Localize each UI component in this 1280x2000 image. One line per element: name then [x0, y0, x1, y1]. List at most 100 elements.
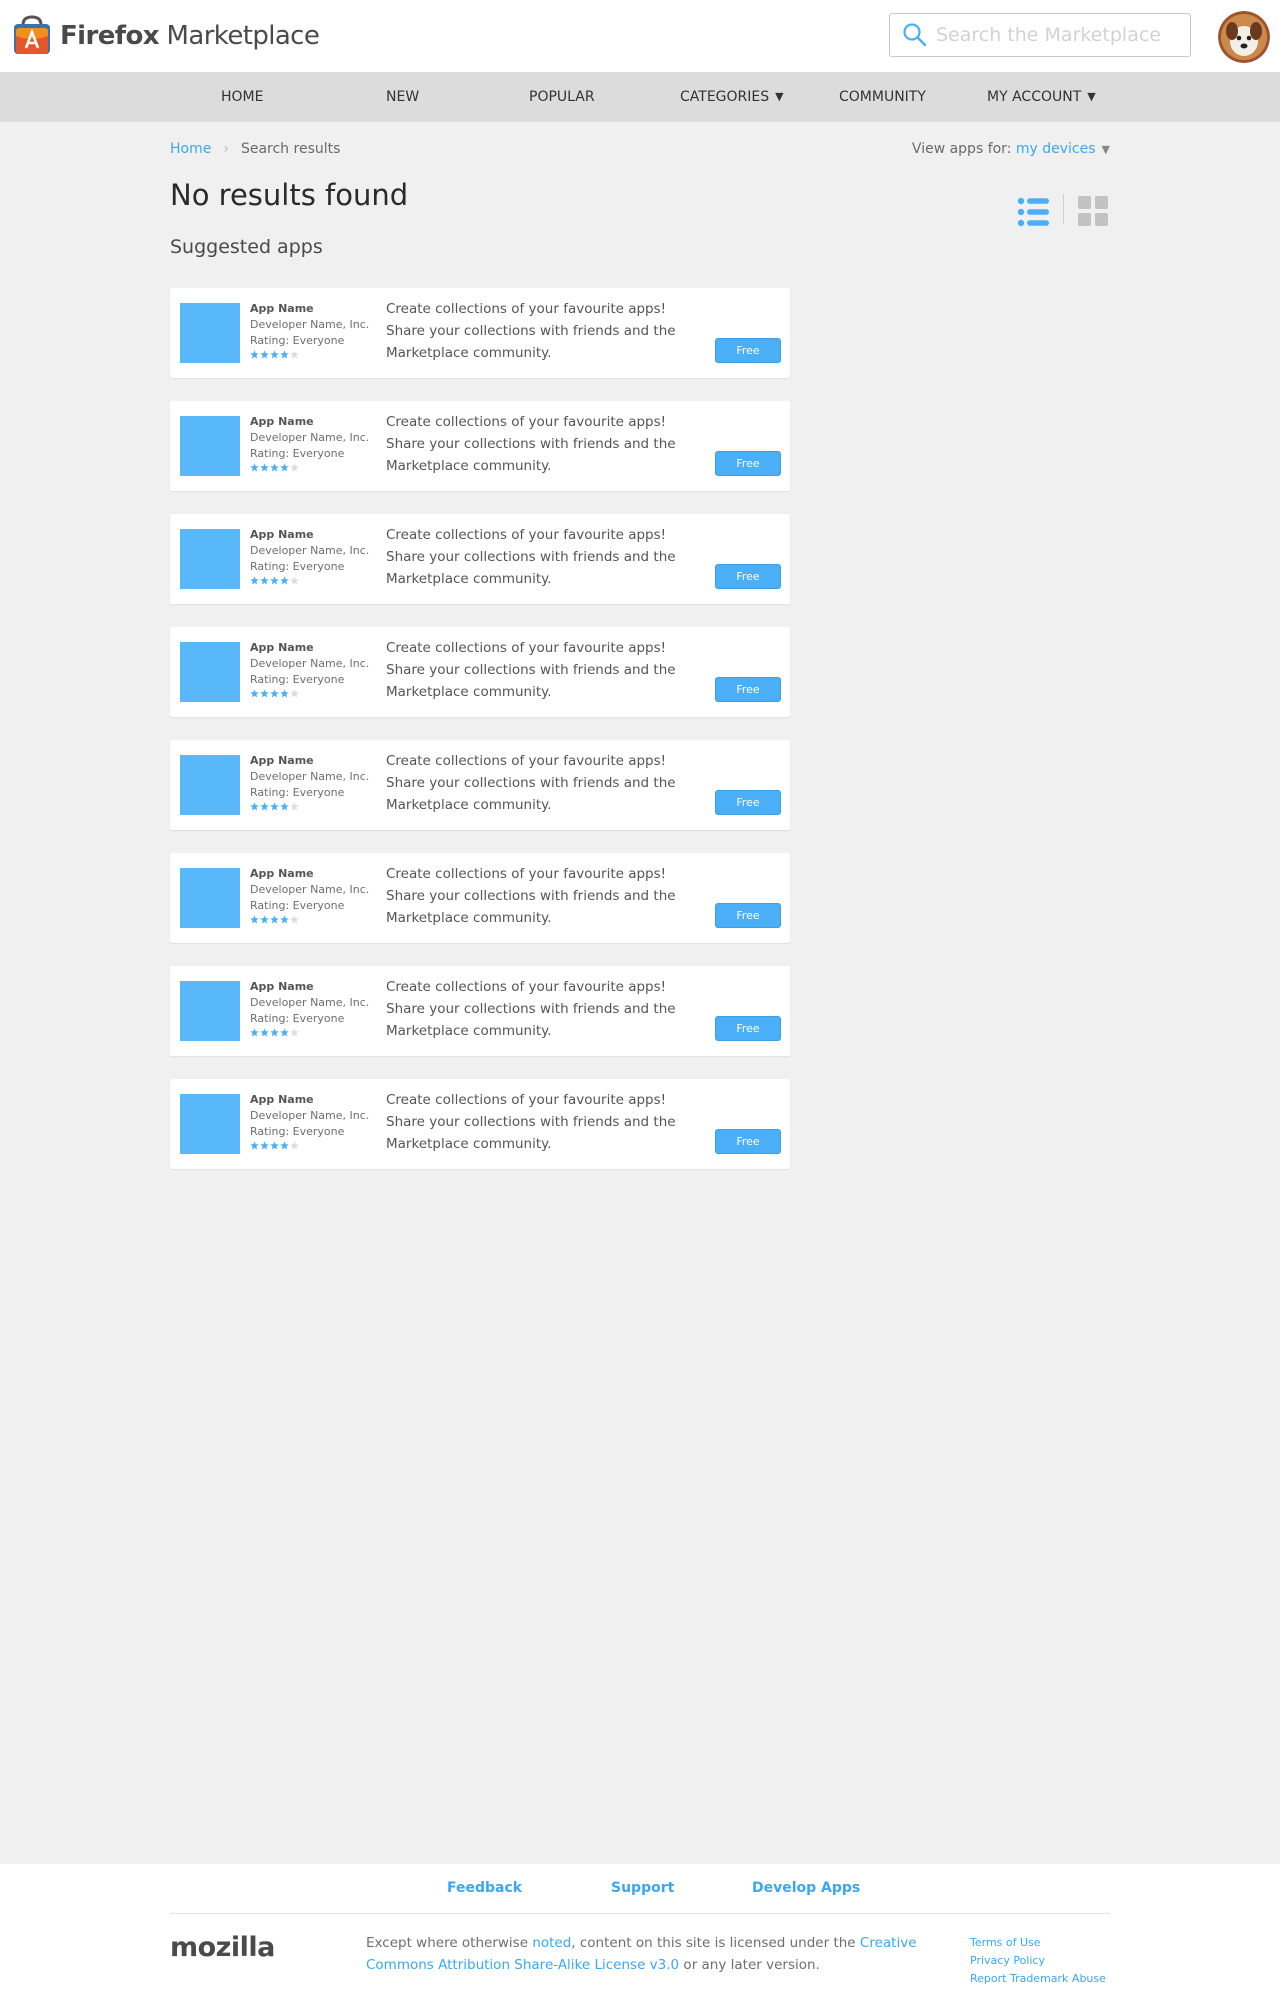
star-icon — [280, 576, 289, 585]
star-icon — [290, 1028, 299, 1037]
app-name[interactable]: App Name — [250, 753, 380, 769]
footer-link-develop-apps[interactable]: Develop Apps — [752, 1880, 860, 1896]
app-card[interactable]: App Name Developer Name, Inc. Rating: Ever… — [170, 966, 790, 1056]
app-icon[interactable] — [180, 303, 240, 363]
app-card[interactable]: App Name Developer Name, Inc. Rating: Ever… — [170, 1079, 790, 1169]
install-free-button[interactable]: Free — [715, 903, 781, 928]
search-box[interactable] — [889, 13, 1191, 57]
install-free-button[interactable]: Free — [715, 451, 781, 476]
chevron-down-icon[interactable]: ▼ — [1102, 143, 1110, 156]
privacy-policy-link[interactable]: Privacy Policy — [970, 1952, 1106, 1970]
app-name[interactable]: App Name — [250, 527, 380, 543]
mozilla-logo[interactable]: mozilla — [170, 1932, 275, 1963]
nav-item-new[interactable]: New — [386, 72, 419, 122]
nav-item-label: Categories — [680, 89, 770, 105]
view-apps-for: View apps for: my devices ▼ — [912, 141, 1110, 157]
star-icon — [270, 1028, 279, 1037]
app-meta: App Name Developer Name, Inc. Rating: Ever… — [250, 753, 380, 814]
app-card[interactable]: App Name Developer Name, Inc. Rating: Ever… — [170, 853, 790, 943]
breadcrumb: Home › Search results — [170, 141, 340, 157]
avatar[interactable] — [1218, 11, 1270, 63]
star-icon — [250, 463, 259, 472]
app-meta: App Name Developer Name, Inc. Rating: Ever… — [250, 866, 380, 927]
app-description: Create collections of your favourite app… — [386, 866, 676, 926]
app-name[interactable]: App Name — [250, 979, 380, 995]
license-text-pre: Except where otherwise — [366, 1935, 533, 1951]
app-name[interactable]: App Name — [250, 1092, 380, 1108]
app-icon[interactable] — [180, 868, 240, 928]
footer-link-feedback[interactable]: Feedback — [447, 1880, 522, 1896]
app-star-rating — [250, 1141, 380, 1153]
star-icon — [280, 802, 289, 811]
app-developer: Developer Name, Inc. — [250, 770, 370, 783]
app-icon[interactable] — [180, 755, 240, 815]
app-star-rating — [250, 463, 380, 475]
star-icon — [270, 576, 279, 585]
app-developer: Developer Name, Inc. — [250, 544, 370, 557]
footer-link-support[interactable]: Support — [611, 1880, 674, 1896]
app-developer: Developer Name, Inc. — [250, 1109, 370, 1122]
install-free-button[interactable]: Free — [715, 564, 781, 589]
search-icon[interactable] — [902, 22, 928, 48]
app-card[interactable]: App Name Developer Name, Inc. Rating: Ever… — [170, 514, 790, 604]
app-name[interactable]: App Name — [250, 640, 380, 656]
license-noted-link[interactable]: noted — [532, 1935, 571, 1951]
app-icon[interactable] — [180, 416, 240, 476]
search-input[interactable] — [936, 24, 1176, 46]
install-free-button[interactable]: Free — [715, 790, 781, 815]
install-free-button[interactable]: Free — [715, 1129, 781, 1154]
license-text: Except where otherwise noted, content on… — [366, 1932, 926, 1976]
app-card[interactable]: App Name Developer Name, Inc. Rating: Ever… — [170, 627, 790, 717]
app-icon[interactable] — [180, 981, 240, 1041]
star-icon — [290, 350, 299, 359]
nav-item-community[interactable]: Community — [839, 72, 926, 122]
grid-view-icon[interactable] — [1077, 195, 1109, 227]
nav-item-label: Home — [221, 89, 264, 105]
app-icon[interactable] — [180, 1094, 240, 1154]
star-icon — [270, 350, 279, 359]
breadcrumb-separator-icon: › — [223, 141, 229, 157]
nav-item-categories[interactable]: Categories ▼ — [680, 72, 784, 122]
nav-item-popular[interactable]: Popular — [529, 72, 595, 122]
app-name[interactable]: App Name — [250, 301, 380, 317]
install-free-button[interactable]: Free — [715, 677, 781, 702]
site-footer: Feedback Support Develop Apps mozilla Ex… — [0, 1864, 1280, 2000]
breadcrumb-home-link[interactable]: Home — [170, 141, 211, 157]
app-content-rating: Rating: Everyone — [250, 1125, 345, 1138]
app-card[interactable]: App Name Developer Name, Inc. Rating: Ever… — [170, 288, 790, 378]
nav-item-my-account[interactable]: My Account ▼ — [987, 72, 1096, 122]
app-content-rating: Rating: Everyone — [250, 560, 345, 573]
app-icon[interactable] — [180, 529, 240, 589]
list-view-icon[interactable] — [1017, 195, 1051, 229]
nav-item-home[interactable]: Home — [221, 72, 263, 122]
app-meta: App Name Developer Name, Inc. Rating: Ever… — [250, 414, 380, 475]
app-card[interactable]: App Name Developer Name, Inc. Rating: Ever… — [170, 401, 790, 491]
view-toggle-divider — [1063, 194, 1064, 224]
star-icon — [290, 915, 299, 924]
star-icon — [290, 463, 299, 472]
app-icon[interactable] — [180, 642, 240, 702]
site-header: Firefox Marketplace — [0, 0, 1280, 72]
app-description: Create collections of your favourite app… — [386, 640, 676, 700]
license-text-post: or any later version. — [679, 1957, 820, 1973]
section-title: Suggested apps — [170, 236, 323, 258]
star-icon — [250, 1141, 259, 1150]
app-developer: Developer Name, Inc. — [250, 883, 370, 896]
app-star-rating — [250, 689, 380, 701]
app-content-rating: Rating: Everyone — [250, 447, 345, 460]
chevron-down-icon: ▼ — [775, 90, 784, 103]
site-logo[interactable]: Firefox Marketplace — [10, 14, 320, 58]
app-card[interactable]: App Name Developer Name, Inc. Rating: Ever… — [170, 740, 790, 830]
terms-of-use-link[interactable]: Terms of Use — [970, 1934, 1106, 1952]
app-name[interactable]: App Name — [250, 866, 380, 882]
star-icon — [270, 689, 279, 698]
app-star-rating — [250, 802, 380, 814]
install-free-button[interactable]: Free — [715, 1016, 781, 1041]
report-trademark-abuse-link[interactable]: Report Trademark Abuse — [970, 1970, 1106, 1988]
app-name[interactable]: App Name — [250, 414, 380, 430]
view-apps-for-selector[interactable]: my devices — [1016, 141, 1096, 157]
app-meta: App Name Developer Name, Inc. Rating: Ever… — [250, 640, 380, 701]
app-star-rating — [250, 915, 380, 927]
install-free-button[interactable]: Free — [715, 338, 781, 363]
logo-text-bold: Firefox — [60, 21, 159, 51]
